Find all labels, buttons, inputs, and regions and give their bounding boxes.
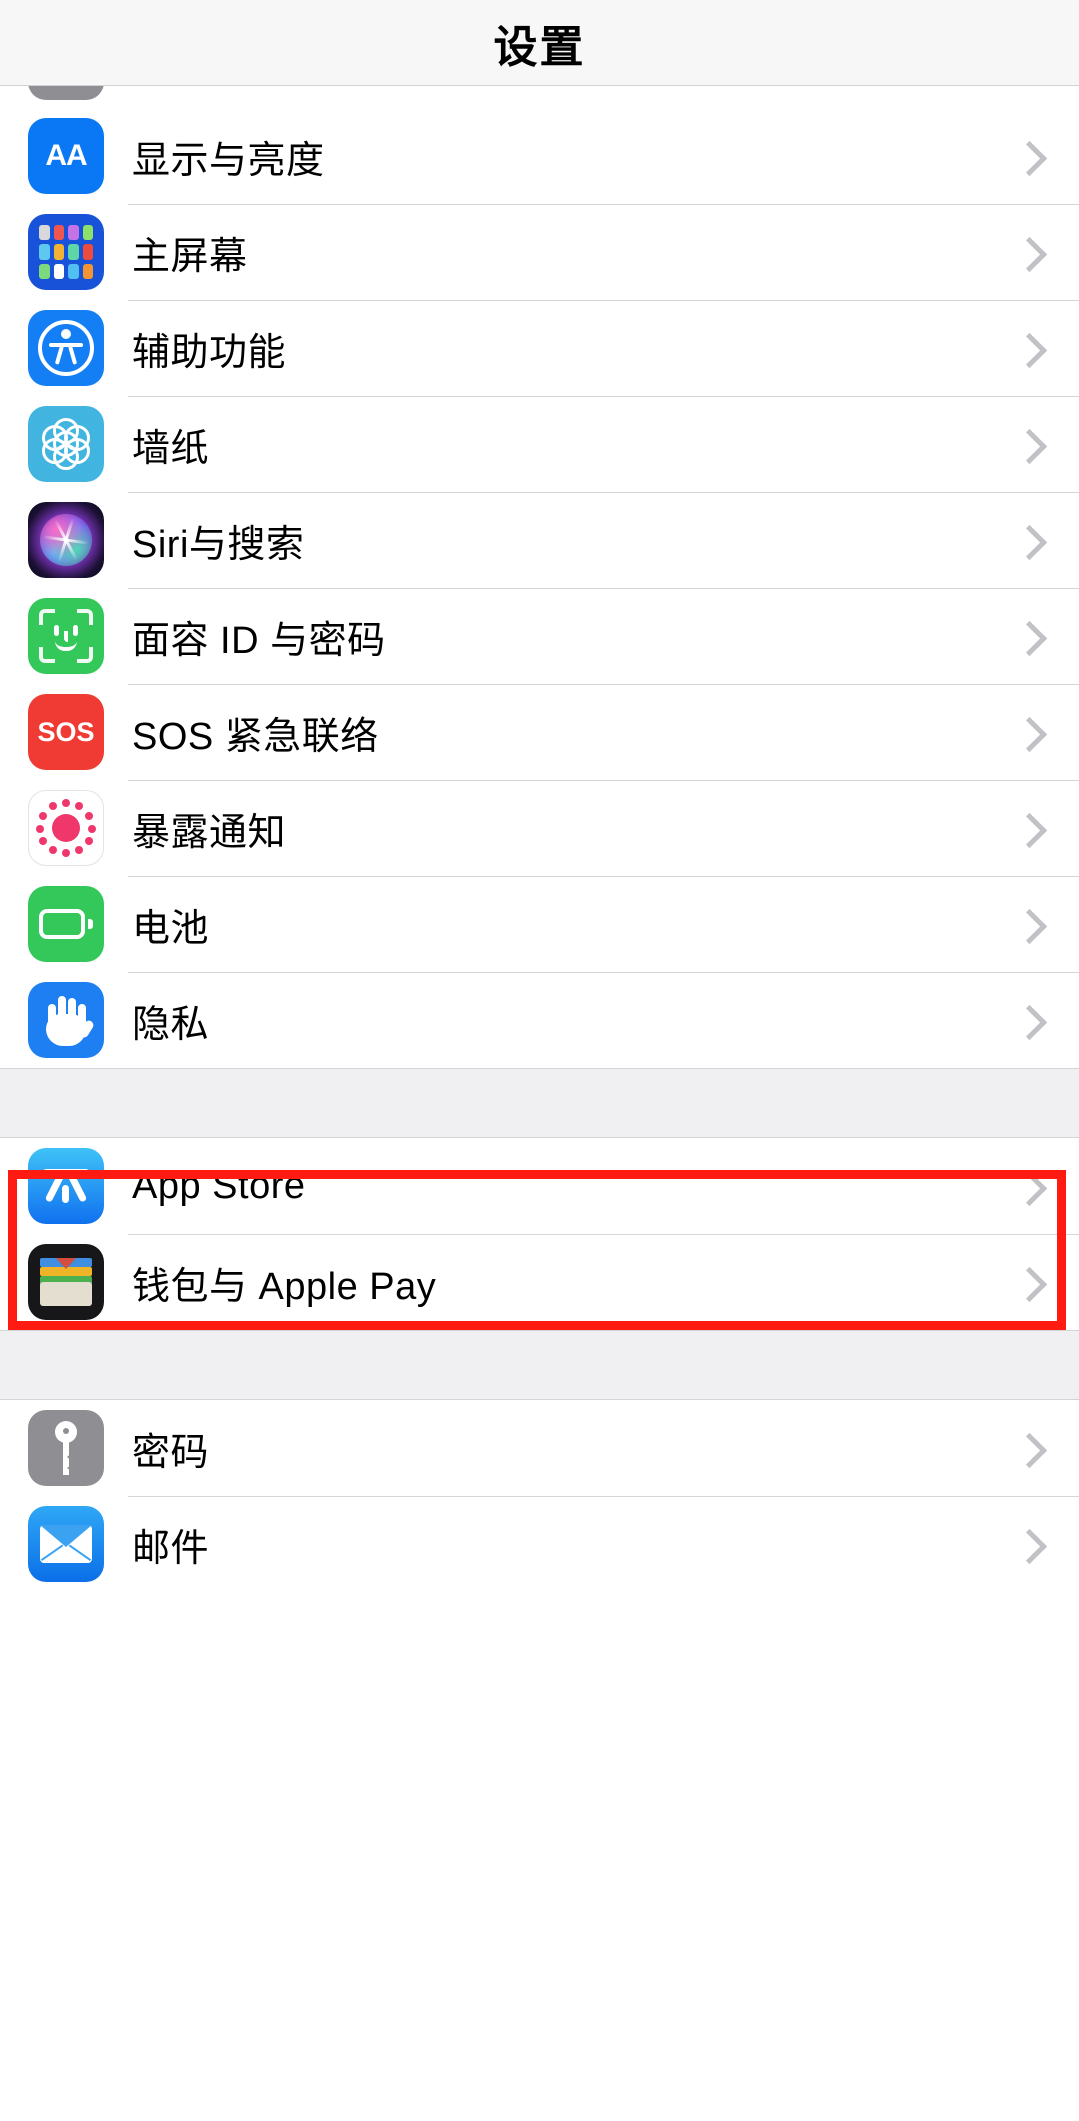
siri-orb-glyph [37,511,95,569]
exposure-notifications-icon [28,790,104,866]
settings-section-accounts: 密码 邮件 [0,1400,1079,1592]
app-store-a-glyph [43,1165,89,1207]
settings-row-display-brightness[interactable]: AA 显示与亮度 [0,108,1079,204]
app-grid-glyph [39,225,93,279]
chevron-right-icon [1017,1438,1037,1458]
settings-row-siri-search[interactable]: Siri与搜索 [0,492,1079,588]
settings-row-wallpaper[interactable]: 墙纸 [0,396,1079,492]
settings-row-label: 邮件 [132,1527,210,1570]
mail-icon [28,1506,104,1582]
settings-row-label: 面容 ID 与密码 [132,619,386,662]
settings-row-mail[interactable]: 邮件 [0,1496,1079,1592]
passwords-key-icon [28,1410,104,1486]
settings-row-label: Siri与搜索 [132,523,305,566]
chevron-right-icon [1017,1176,1037,1196]
settings-row-battery[interactable]: 电池 [0,876,1079,972]
display-brightness-icon: AA [28,118,104,194]
clipped-row-above[interactable] [0,86,1079,108]
hand-glyph [44,994,96,1046]
wallet-icon [28,1244,104,1320]
chevron-right-icon [1017,818,1037,838]
chevron-right-icon [1017,146,1037,166]
row-separator [128,204,1079,205]
settings-row-app-store[interactable]: App Store [0,1138,1079,1234]
settings-row-passwords[interactable]: 密码 [0,1400,1079,1496]
chevron-right-icon [1017,242,1037,262]
settings-row-privacy[interactable]: 隐私 [0,972,1079,1068]
settings-row-label: 钱包与 Apple Pay [132,1265,437,1308]
flower-glyph [38,416,94,472]
row-separator [128,876,1079,877]
settings-row-label: App Store [132,1164,306,1207]
aa-glyph: AA [45,139,87,172]
exposure-dots-glyph [35,797,97,859]
privacy-icon [28,982,104,1058]
row-separator [128,1496,1079,1497]
section-gap [0,1330,1079,1400]
settings-row-label: 显示与亮度 [132,139,325,182]
settings-row-label: SOS 紧急联络 [132,715,379,758]
settings-row-emergency-sos[interactable]: SOS SOS 紧急联络 [0,684,1079,780]
row-separator [128,1234,1079,1235]
row-separator [128,300,1079,301]
section-gap [0,1068,1079,1138]
battery-glyph [39,909,93,939]
home-screen-icon [28,214,104,290]
accessibility-icon [28,310,104,386]
row-separator [128,780,1079,781]
settings-row-accessibility[interactable]: 辅助功能 [0,300,1079,396]
accessibility-person-glyph [38,320,94,376]
chevron-right-icon [1017,1272,1037,1292]
face-id-glyph [39,609,93,663]
general-gear-icon [28,86,104,100]
settings-row-label: 墙纸 [132,427,210,470]
navigation-bar: 设置 [0,0,1079,86]
row-separator [128,588,1079,589]
chevron-right-icon [1017,530,1037,550]
settings-row-label: 暴露通知 [132,811,287,854]
envelope-glyph [40,1525,92,1563]
settings-row-label: 隐私 [132,1003,210,1046]
wallpaper-icon [28,406,104,482]
row-separator [128,492,1079,493]
chevron-right-icon [1017,1010,1037,1030]
settings-row-label: 辅助功能 [132,331,287,374]
chevron-right-icon [1017,914,1037,934]
chevron-right-icon [1017,626,1037,646]
key-glyph [55,1421,77,1475]
row-separator [128,396,1079,397]
settings-screen: 设置 AA 显示与亮度 主屏幕 辅助功能 墙纸 Siri与搜索 面容 ID 与密… [0,0,1079,2121]
chevron-right-icon [1017,722,1037,742]
siri-icon [28,502,104,578]
settings-row-wallet-apple-pay[interactable]: 钱包与 Apple Pay [0,1234,1079,1330]
chevron-right-icon [1017,1534,1037,1554]
sos-glyph: SOS [37,716,95,747]
settings-list[interactable]: AA 显示与亮度 主屏幕 辅助功能 墙纸 Siri与搜索 面容 ID 与密码 S… [0,86,1079,2121]
chevron-right-icon [1017,338,1037,358]
settings-row-exposure-notifications[interactable]: 暴露通知 [0,780,1079,876]
settings-row-home-screen[interactable]: 主屏幕 [0,204,1079,300]
settings-row-label: 电池 [132,907,210,950]
page-title: 设置 [493,22,586,72]
settings-row-label: 主屏幕 [132,235,248,278]
row-separator [128,684,1079,685]
wallet-cards-glyph [40,1258,92,1306]
sos-icon: SOS [28,694,104,770]
settings-row-face-id-passcode[interactable]: 面容 ID 与密码 [0,588,1079,684]
battery-icon [28,886,104,962]
row-separator [128,972,1079,973]
settings-section-system: AA 显示与亮度 主屏幕 辅助功能 墙纸 Siri与搜索 面容 ID 与密码 S… [0,108,1079,1068]
settings-section-store: App Store 钱包与 Apple Pay [0,1138,1079,1330]
face-id-icon [28,598,104,674]
app-store-icon [28,1148,104,1224]
settings-row-label: 密码 [132,1431,210,1474]
chevron-right-icon [1017,434,1037,454]
